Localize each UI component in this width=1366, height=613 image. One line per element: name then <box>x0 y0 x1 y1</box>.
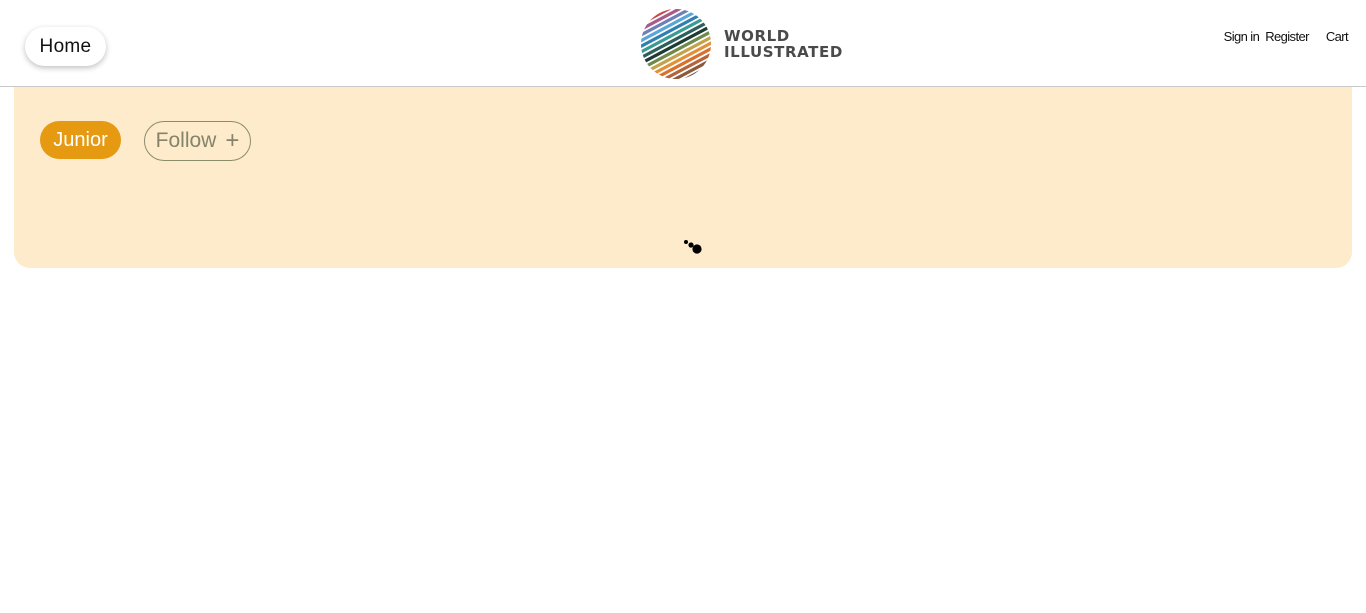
globe-stripes-icon <box>641 9 711 79</box>
follow-button[interactable]: Follow + <box>144 121 251 161</box>
site-header: Home WORLD ILLUSTRATED Sign in Register … <box>0 0 1366 87</box>
home-button[interactable]: Home <box>25 27 106 66</box>
follow-label: Follow <box>155 129 217 152</box>
brand-line-2: ILLUSTRATED <box>724 43 843 61</box>
cart-link[interactable]: Cart <box>1326 29 1349 44</box>
brand-logo[interactable]: WORLD ILLUSTRATED <box>640 8 843 80</box>
sign-in-link[interactable]: Sign in <box>1224 29 1260 44</box>
plus-icon: + <box>225 127 240 154</box>
brand-wordmark: WORLD ILLUSTRATED <box>724 28 843 60</box>
loading-spinner-icon <box>684 240 702 254</box>
brand-line-1: WORLD <box>724 27 790 45</box>
account-links: Sign in Register Cart <box>1224 29 1349 44</box>
register-link[interactable]: Register <box>1265 29 1309 44</box>
topic-panel: Junior Follow + <box>14 87 1352 268</box>
junior-badge: Junior <box>40 121 121 159</box>
